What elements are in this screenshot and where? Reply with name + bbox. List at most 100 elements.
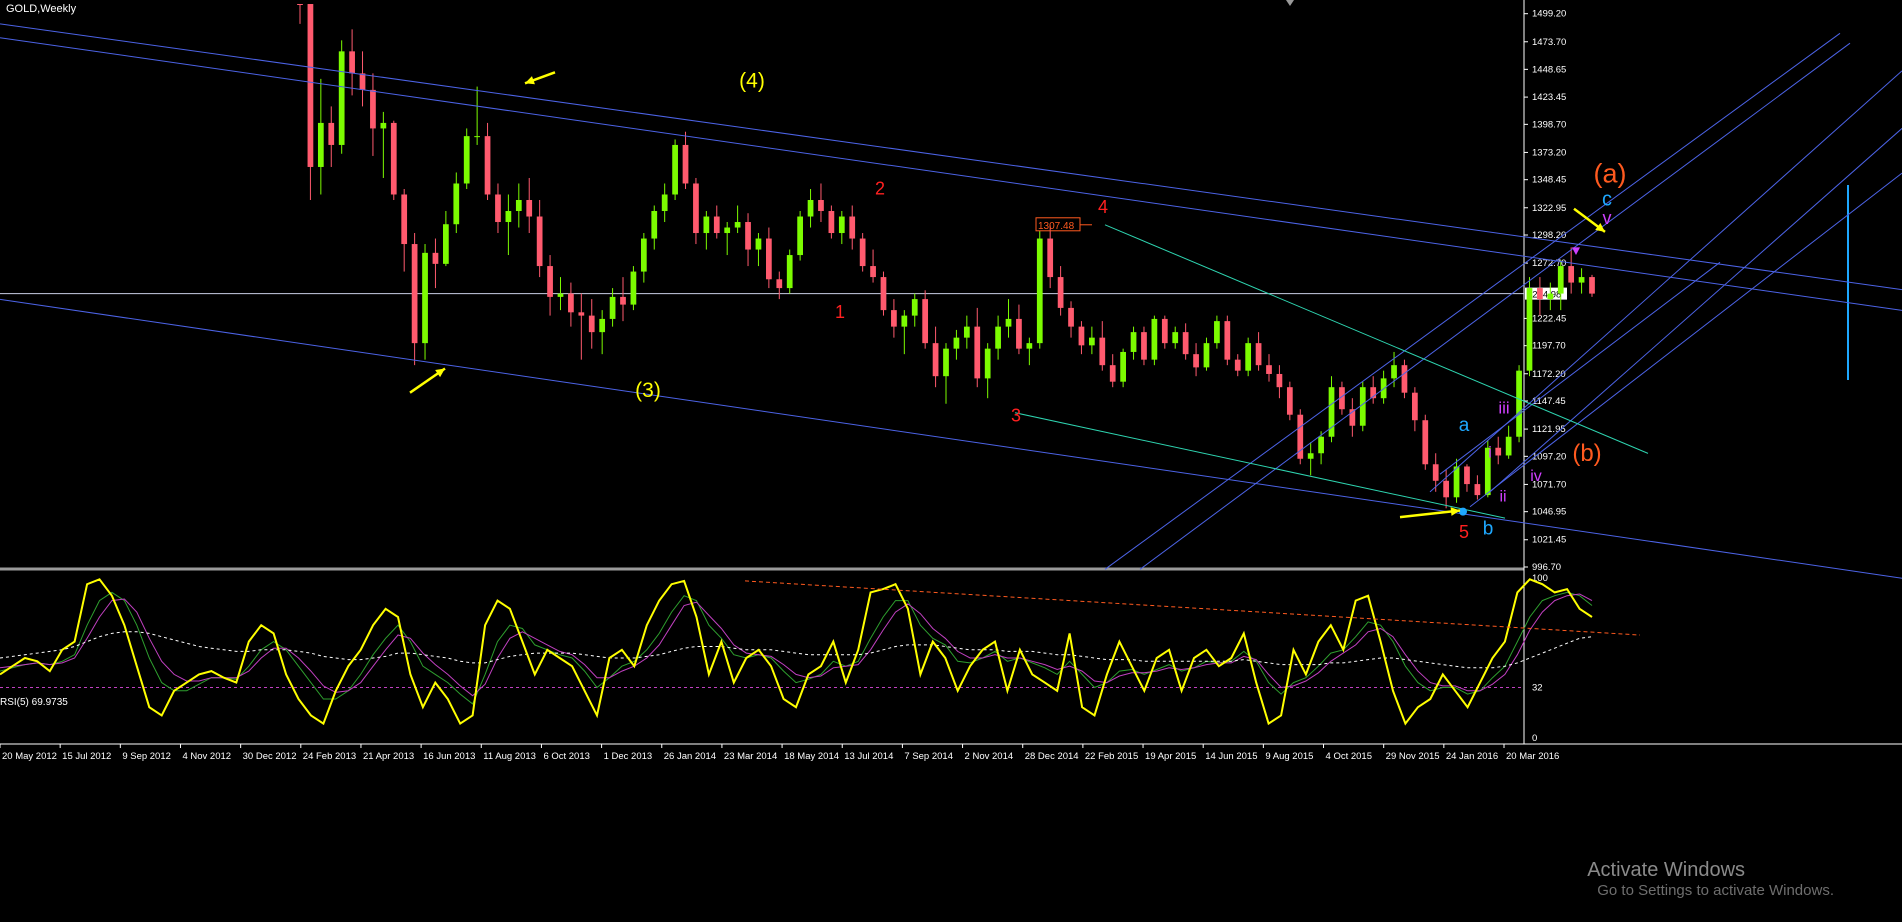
- rsi-series-0: [0, 578, 1593, 726]
- candle-body: [1068, 307, 1074, 327]
- candle-body: [1568, 266, 1575, 283]
- candle-body: [640, 238, 647, 272]
- candle-body: [1432, 464, 1439, 481]
- rsi-divergence-line: [744, 580, 1641, 636]
- candle-body: [390, 122, 397, 195]
- rising-channel-2-line: [1139, 42, 1851, 570]
- candle-body: [307, 4, 314, 167]
- price-tick-label: 1222.45: [1532, 313, 1566, 324]
- time-tick-label: 6 Oct 2013: [543, 751, 589, 762]
- candle-body: [1099, 337, 1106, 366]
- candle-body: [943, 348, 949, 377]
- time-tick-label: 18 May 2014: [784, 751, 839, 762]
- wave-label: b: [1483, 519, 1494, 540]
- price-tick-label: 1097.20: [1532, 451, 1566, 462]
- time-tick-label: 22 Feb 2015: [1085, 751, 1138, 762]
- candles: [297, 4, 1595, 509]
- candle-body: [1516, 370, 1522, 437]
- rising-channel-1-line: [1104, 32, 1841, 570]
- candle-body: [401, 194, 408, 245]
- time-tick-label: 28 Dec 2014: [1025, 751, 1079, 762]
- wave-label: 4: [1098, 197, 1108, 217]
- candle-body: [797, 216, 803, 256]
- candle-body: [1036, 238, 1043, 344]
- candle-body: [724, 227, 731, 234]
- lower-channel-line: [0, 298, 1902, 579]
- rsi-tick-label: 0: [1532, 733, 1537, 744]
- time-tick-label: 14 Jun 2015: [1205, 751, 1257, 762]
- wave-label: 3: [1011, 405, 1021, 425]
- candle-body: [766, 238, 772, 280]
- candle-body: [776, 279, 783, 289]
- time-axis: 20 May 2012 15 Jul 2012 9 Sep 2012 4 Nov 20…: [0, 744, 1559, 762]
- arrow-2015-low-shaft: [1399, 509, 1461, 519]
- price-tick-label: 1197.70: [1532, 341, 1566, 352]
- candle-body: [515, 199, 522, 212]
- candle-body: [1214, 321, 1220, 344]
- candle-body: [578, 312, 585, 316]
- candle-body: [828, 211, 835, 234]
- candle-body: [849, 216, 856, 239]
- candle-body: [1276, 373, 1283, 388]
- candle-body: [1161, 318, 1168, 344]
- candle-body: [891, 310, 897, 327]
- price-tick-label: 996.70: [1532, 562, 1561, 573]
- candle-body: [547, 266, 553, 297]
- candle-body: [443, 224, 449, 264]
- candle-body: [568, 293, 574, 313]
- price-tick-label: 1322.95: [1532, 203, 1566, 214]
- time-tick-label: 7 Sep 2014: [904, 751, 953, 762]
- candle-body: [1412, 392, 1418, 421]
- candle-body: [1286, 387, 1293, 415]
- candle-body: [995, 326, 1001, 349]
- candle-body: [349, 51, 355, 74]
- time-tick-label: 2 Nov 2014: [965, 751, 1014, 762]
- chart-stage: 1499.20 1473.70 1448.65 1423.45 1398.70 1373.…: [0, 0, 1902, 917]
- candle-body: [1089, 337, 1095, 346]
- wave-label: 5: [1459, 522, 1469, 542]
- price-tick-label: 1373.20: [1532, 147, 1566, 158]
- time-tick-label: 20 May 2012: [2, 751, 57, 762]
- candle-body: [411, 244, 418, 344]
- rsi-axis: 100320: [1532, 573, 1548, 744]
- candle-body: [1026, 343, 1033, 349]
- candle-body: [463, 136, 470, 184]
- candle-body: [953, 337, 960, 349]
- wave-label: iv: [1530, 468, 1542, 485]
- candle-body: [1245, 343, 1252, 371]
- candle-body: [505, 211, 512, 223]
- candle-body: [1151, 318, 1158, 360]
- candle-body: [911, 299, 918, 316]
- candle-body: [1537, 288, 1543, 300]
- wedge-bottom-line: [1014, 412, 1506, 519]
- candle-body: [734, 222, 741, 228]
- candle-body: [1359, 387, 1366, 426]
- candle-body: [1109, 365, 1116, 382]
- wave-label: 2: [875, 178, 885, 198]
- candle-body: [1401, 365, 1408, 393]
- candle-body: [703, 216, 710, 234]
- candle-body: [693, 183, 699, 234]
- candle-body: [682, 144, 689, 184]
- price-label-text: 1307.48: [1038, 221, 1075, 232]
- candle-body: [1266, 365, 1272, 374]
- chart-title: GOLD,Weekly: [6, 3, 77, 15]
- candle-body: [1391, 365, 1397, 379]
- wave-label: (3): [635, 379, 661, 402]
- upper-channel-1-line: [0, 23, 1902, 291]
- candle-body: [630, 271, 637, 305]
- chart-canvas: 1499.20 1473.70 1448.65 1423.45 1398.70 1373.…: [0, 0, 1902, 762]
- wave-label: (b): [1572, 440, 1601, 467]
- price-tick-label: 1172.20: [1532, 369, 1566, 380]
- candle-body: [818, 199, 824, 212]
- candle-body: [599, 318, 606, 333]
- time-tick-label: 21 Apr 2013: [363, 751, 414, 762]
- wave-label: v: [1603, 208, 1612, 228]
- time-tick-label: 16 Jun 2013: [423, 751, 475, 762]
- candle-body: [1505, 436, 1512, 456]
- candle-body: [1557, 266, 1564, 294]
- watermark-line1: Activate Windows: [1587, 859, 1746, 881]
- candle-body: [557, 293, 564, 297]
- time-tick-label: 13 Jul 2014: [844, 751, 893, 762]
- candle-body: [870, 266, 876, 278]
